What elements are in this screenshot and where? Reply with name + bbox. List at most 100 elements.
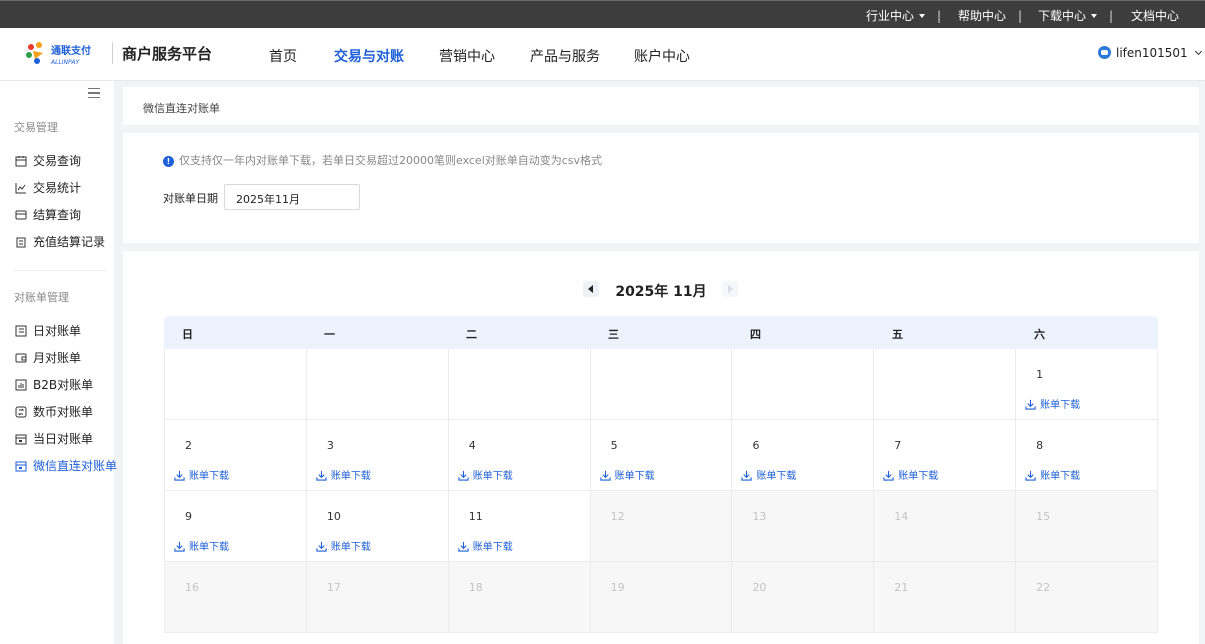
statement-download-link[interactable]: 账单下载 <box>458 538 513 553</box>
day-number: 14 <box>894 510 909 523</box>
weekday-label: 五 <box>892 328 903 341</box>
sidebar-item-today-statement[interactable]: 当日对账单 <box>15 430 93 447</box>
menu-collapse-icon[interactable] <box>88 88 100 98</box>
calendar-day-cell: 16 <box>164 562 307 633</box>
breadcrumb-current: 微信直连对账单 <box>143 102 220 115</box>
sidebar-item-label: 交易查询 <box>33 154 82 168</box>
day-number: 22 <box>1036 581 1051 594</box>
calendar-week-row: 9 账单下载 10 账单下载 11 账单下载 12 13 14 15 <box>164 491 1159 562</box>
download-center-menu[interactable]: 下载中心 <box>1038 8 1098 24</box>
sidebar-item-wechat-direct-statement[interactable]: 微信直连对账单 <box>15 457 117 474</box>
statement-download-link[interactable]: 账单下载 <box>458 467 513 482</box>
nav-products-services[interactable]: 产品与服务 <box>530 46 600 66</box>
calendar-week-row: 2 账单下载 3 账单下载 4 账单下载 5 账单下载 6 账单下载 7 账单下载 8 账单下载 <box>164 420 1159 491</box>
breadcrumb: 微信直连对账单 <box>123 87 1199 125</box>
sidebar-item-settlement-query[interactable]: 结算查询 <box>15 206 81 223</box>
day-number: 8 <box>1036 439 1044 452</box>
calendar-day-cell: 19 <box>590 562 733 633</box>
download-icon <box>316 470 327 481</box>
statement-download-link[interactable]: 账单下载 <box>316 467 371 482</box>
docs-center-link[interactable]: 文档中心 <box>1131 8 1179 24</box>
clipboard-icon <box>16 237 26 248</box>
download-icon <box>458 470 469 481</box>
calendar-day-cell: 17 <box>306 562 449 633</box>
sidebar-item-transaction-stats[interactable]: 交易统计 <box>15 179 81 196</box>
sidebar-item-digital-currency-statement[interactable]: 数币对账单 <box>15 403 93 420</box>
calendar-day-cell: 10 账单下载 <box>306 491 449 562</box>
notice-message: 仅支持仅一年内对账单下载，若单日交易超过20000笔则excel对账单自动变为c… <box>179 154 603 167</box>
topbar-separator: | <box>1109 9 1114 23</box>
day-number: 19 <box>610 581 625 594</box>
statement-date-picker[interactable]: 2025年11月 <box>224 184 360 210</box>
statement-download-link[interactable]: 账单下载 <box>174 467 229 482</box>
sidebar-item-daily-statement[interactable]: 日对账单 <box>15 322 81 339</box>
calendar-weekday-header: 日一二三四五六 <box>164 316 1158 349</box>
nav-home[interactable]: 首页 <box>269 46 297 66</box>
nav-marketing-center[interactable]: 营销中心 <box>439 46 495 66</box>
calendar-day-cell: 2 账单下载 <box>164 420 307 491</box>
day-number: 10 <box>326 510 341 523</box>
sidebar-item-b2b-statement[interactable]: B2B对账单 <box>15 376 93 393</box>
day-number: 1 <box>1036 368 1044 381</box>
calendar-empty-cell <box>306 349 449 420</box>
calendar-day-cell: 18 <box>448 562 591 633</box>
sidebar-item-label: 日对账单 <box>33 324 82 338</box>
day-number: 9 <box>185 510 192 523</box>
calendar-day-cell: 22 <box>1016 562 1159 633</box>
sidebar-item-monthly-statement[interactable]: 月对账单 <box>15 349 81 366</box>
calendar-day-cell: 8 账单下载 <box>1016 420 1159 491</box>
calendar-day-cell: 9 账单下载 <box>164 491 307 562</box>
day-number: 5 <box>610 439 618 452</box>
allinpay-logo[interactable]: 通联支付 ALLINPAY <box>25 41 105 67</box>
calendar-day-cell: 15 <box>1016 491 1159 562</box>
username: lifen101501 <box>1116 46 1188 60</box>
sidebar-item-transaction-query[interactable]: 交易查询 <box>15 152 81 169</box>
download-label: 账单下载 <box>472 471 513 482</box>
calendar-empty-cell <box>732 349 875 420</box>
statement-download-link[interactable]: 账单下载 <box>1025 396 1080 411</box>
day-number: 7 <box>894 439 902 452</box>
sidebar-item-recharge-settlement[interactable]: 充值结算记录 <box>15 233 105 250</box>
download-label: 账单下载 <box>1040 471 1081 482</box>
sidebar-item-label: 交易统计 <box>33 181 82 195</box>
day-number: 15 <box>1036 510 1051 523</box>
calendar-empty-cell <box>448 349 591 420</box>
calendar-day-cell: 4 账单下载 <box>448 420 591 491</box>
sidebar-item-label: 数币对账单 <box>33 405 94 419</box>
statement-download-link[interactable]: 账单下载 <box>599 467 655 482</box>
logo-divider <box>112 42 113 64</box>
download-icon <box>741 470 753 481</box>
weekday-label: 三 <box>608 328 619 341</box>
document-icon <box>15 325 27 337</box>
top-utility-bar: 行业中心 | 帮助中心 | 下载中心 | 文档中心 <box>0 0 1205 28</box>
user-menu[interactable]: lifen101501 <box>1098 46 1202 60</box>
download-icon <box>174 541 185 552</box>
calendar-day-cell: 7 账单下载 <box>874 420 1017 491</box>
exchange-icon <box>15 406 27 418</box>
statement-download-link[interactable]: 账单下载 <box>316 538 371 553</box>
filter-panel: ! 仅支持仅一年内对账单下载，若单日交易超过20000笔则excel对账单自动变为… <box>123 133 1199 243</box>
next-month-button-disabled <box>722 281 738 297</box>
calendar-panel: 2025年 11月 日 一 二 三 四 五 六 1 账单下载 2 账单下载 3 账单下载 4 账单下载 5 账… <box>123 251 1199 644</box>
download-icon <box>174 470 185 481</box>
weekday-label: 二 <box>466 328 477 341</box>
sidebar-item-label: 微信直连对账单 <box>33 459 118 473</box>
calendar-empty-cell <box>590 349 733 420</box>
topbar-separator: | <box>937 9 942 23</box>
sidebar-group-statement-management: 对账单管理 <box>14 291 69 304</box>
statement-download-link[interactable]: 账单下载 <box>174 538 229 553</box>
sidebar-divider <box>14 270 107 271</box>
help-center-link[interactable]: 帮助中心 <box>958 8 1006 24</box>
weekday-label: 四 <box>750 328 761 341</box>
download-icon <box>883 470 894 481</box>
svg-text:ALLINPAY: ALLINPAY <box>50 59 80 66</box>
statement-download-link[interactable]: 账单下载 <box>883 467 938 482</box>
industry-center-menu[interactable]: 行业中心 <box>866 8 926 24</box>
statement-download-link[interactable]: 账单下载 <box>1025 467 1080 482</box>
nav-account-center[interactable]: 账户中心 <box>634 46 690 66</box>
nav-transaction-reconciliation[interactable]: 交易与对账 <box>334 46 404 66</box>
calendar-month-title: 2025年 11月 <box>615 284 707 300</box>
day-number: 12 <box>610 510 625 523</box>
statement-download-link[interactable]: 账单下载 <box>741 467 796 482</box>
day-number: 17 <box>326 581 341 594</box>
